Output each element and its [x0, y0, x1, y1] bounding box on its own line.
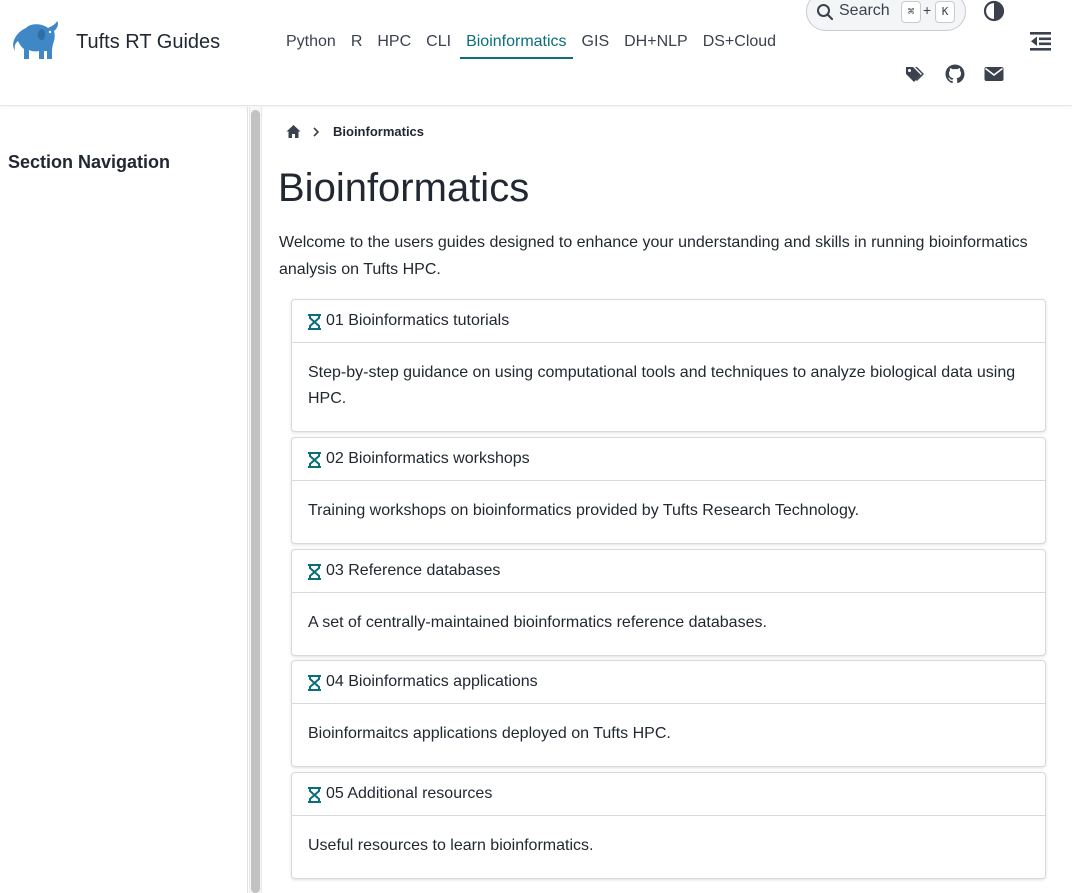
card-header[interactable]: 01 Bioinformatics tutorials [292, 300, 1045, 343]
card-header[interactable]: 03 Reference databases [292, 550, 1045, 593]
theme-toggle-icon[interactable] [983, 0, 1005, 22]
card-bioinformatics-tutorials[interactable]: 01 Bioinformatics tutorials Step-by-step… [291, 299, 1046, 432]
elephant-logo[interactable] [12, 20, 60, 62]
hourglass-icon [308, 787, 321, 803]
breadcrumb: Bioinformatics [286, 124, 424, 139]
intro-paragraph: Welcome to the users guides designed to … [279, 234, 1028, 278]
card-description: A set of centrally-maintained bioinforma… [308, 614, 767, 631]
card-description: Useful resources to learn bioinformatics… [308, 837, 594, 854]
hourglass-icon [308, 675, 321, 691]
search-button[interactable]: Search ⌘ + K [806, 0, 966, 31]
top-nav: Python R HPC CLI Bioinformatics GIS DH+N… [286, 32, 776, 59]
card-bioinformatics-applications[interactable]: 04 Bioinformatics applications Bioinform… [291, 660, 1046, 767]
nav-item-dh-nlp[interactable]: DH+NLP [624, 32, 688, 52]
nav-item-bioinformatics[interactable]: Bioinformatics [460, 32, 574, 59]
tags-icon[interactable] [903, 63, 925, 85]
shortcut-k-key: K [935, 1, 955, 23]
card-description: Training workshops on bioinformatics pro… [308, 502, 860, 519]
nav-item-r[interactable]: R [351, 32, 363, 52]
toc-toggle-icon[interactable] [1029, 30, 1052, 53]
brand-title[interactable]: Tufts RT Guides [76, 31, 220, 54]
nav-item-python[interactable]: Python [286, 32, 336, 52]
card-additional-resources[interactable]: 05 Additional resources Useful resources… [291, 772, 1046, 879]
nav-item-gis[interactable]: GIS [582, 32, 610, 52]
site-header: Tufts RT Guides Python R HPC CLI Bioinfo… [0, 0, 1072, 106]
card-bioinformatics-workshops[interactable]: 02 Bioinformatics workshops Training wor… [291, 437, 1046, 544]
nav-item-hpc[interactable]: HPC [377, 32, 411, 52]
shortcut-plus: + [923, 2, 932, 18]
shortcut-mod-key: ⌘ [901, 1, 921, 23]
hourglass-icon [308, 564, 321, 580]
section-sidebar: Section Navigation [0, 107, 248, 893]
hourglass-icon [308, 452, 321, 468]
card-title[interactable]: 02 Bioinformatics workshops [326, 450, 530, 468]
sidebar-divider [247, 107, 248, 893]
card-description: Bioinformaitcs applications deployed on … [308, 725, 671, 742]
card-title[interactable]: 01 Bioinformatics tutorials [326, 312, 509, 330]
card-title[interactable]: 03 Reference databases [326, 562, 500, 580]
card-reference-databases[interactable]: 03 Reference databases A set of centrall… [291, 549, 1046, 656]
sidebar-scrollbar-thumb[interactable] [251, 110, 260, 893]
nav-item-cli[interactable]: CLI [426, 32, 451, 52]
card-header[interactable]: 02 Bioinformatics workshops [292, 438, 1045, 481]
breadcrumb-current: Bioinformatics [333, 124, 425, 139]
nav-item-ds-cloud[interactable]: DS+Cloud [703, 32, 776, 52]
card-header[interactable]: 05 Additional resources [292, 773, 1045, 816]
section-navigation-title: Section Navigation [8, 152, 171, 172]
search-label: Search [839, 2, 890, 19]
hourglass-icon [308, 314, 321, 330]
card-title[interactable]: 05 Additional resources [326, 785, 492, 803]
chevron-right-icon [313, 126, 320, 137]
github-icon[interactable] [944, 63, 966, 85]
card-description: Step-by-step guidance on using computati… [308, 364, 1016, 407]
card-header[interactable]: 04 Bioinformatics applications [292, 661, 1045, 704]
card-title[interactable]: 04 Bioinformatics applications [326, 673, 538, 691]
page-title: Bioinformatics [278, 166, 530, 210]
home-icon[interactable] [286, 124, 301, 139]
search-icon [817, 4, 834, 21]
envelope-icon[interactable] [983, 63, 1005, 85]
